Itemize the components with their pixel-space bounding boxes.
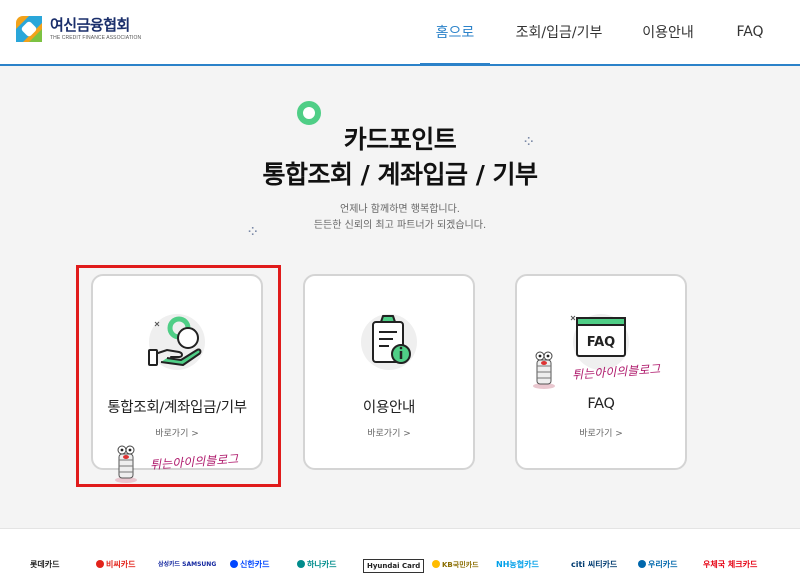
partner-shinhan[interactable]: 신한카드: [230, 559, 269, 571]
nav-faq[interactable]: FAQ: [730, 0, 770, 64]
site-header: 여신금융협회 THE CREDIT FINANCE ASSOCIATION 홈으…: [0, 0, 800, 66]
partner-kb[interactable]: KB국민카드: [432, 559, 479, 571]
hero-subtitle: 언제나 함께하면 행복합니다. 든든한 신뢰의 최고 파트너가 되겠습니다.: [0, 202, 800, 234]
partner-lotte[interactable]: 롯데카드: [30, 559, 59, 571]
logo-subtitle: THE CREDIT FINANCE ASSOCIATION: [50, 34, 142, 41]
partner-samsung-label: 삼성카드 SAMSUNG: [158, 561, 217, 568]
partner-citi-label: citi 씨티카드: [571, 560, 618, 569]
hand-coin-icon: [145, 308, 209, 372]
hero-title: 카드포인트 통합조회 / 계좌입금 / 기부: [0, 122, 800, 192]
partner-woori[interactable]: 우리카드: [638, 559, 677, 571]
partner-samsung[interactable]: 삼성카드 SAMSUNG: [158, 559, 216, 571]
watermark-mascot-icon: [110, 440, 154, 488]
partner-lotte-label: 롯데카드: [30, 560, 60, 569]
partner-hyundai-label: Hyundai Card: [367, 562, 421, 570]
kb-logo-icon: [432, 560, 440, 568]
main-nav: 홈으로 조회/입금/기부 이용안내 FAQ: [420, 0, 770, 66]
partner-citi[interactable]: citi 씨티카드: [571, 559, 617, 571]
shinhan-logo-icon: [230, 560, 238, 568]
card-guide[interactable]: 이용안내 바로가기 >: [303, 274, 475, 470]
bc-logo-icon: [96, 560, 104, 568]
hero-subtitle-line2: 든든한 신뢰의 최고 파트너가 되겠습니다.: [313, 220, 487, 231]
clipboard-info-icon: [357, 308, 421, 372]
partner-shinhan-label: 신한카드: [240, 560, 270, 569]
logo[interactable]: 여신금융협회 THE CREDIT FINANCE ASSOCIATION: [14, 14, 141, 44]
partner-footer: 롯데카드 비씨카드 삼성카드 SAMSUNG 신한카드 하나카드 Hyundai…: [0, 528, 800, 577]
nav-inquiry-deposit-donate[interactable]: 조회/입금/기부: [504, 0, 614, 64]
woori-logo-icon: [638, 560, 646, 568]
partner-nh-label: NH농협카드: [496, 560, 539, 569]
card-guide-title: 이용안내: [362, 400, 416, 416]
watermark-mascot-icon: [528, 346, 572, 394]
partner-bc-label: 비씨카드: [106, 560, 136, 569]
logo-name: 여신금융협회: [50, 15, 130, 34]
partner-hana-label: 하나카드: [307, 560, 337, 569]
card-faq-link[interactable]: 바로가기 >: [517, 426, 685, 439]
hana-logo-icon: [297, 560, 305, 568]
card-inquiry-link[interactable]: 바로가기 >: [93, 426, 261, 439]
hero-title-line2: 통합조회 / 계좌입금 / 기부: [262, 160, 538, 189]
partner-post-label: 우체국 체크카드: [703, 560, 758, 569]
hero-subtitle-line1: 언제나 함께하면 행복합니다.: [340, 204, 460, 215]
hero-title-line1: 카드포인트: [343, 125, 457, 154]
svg-text:FAQ: FAQ: [587, 335, 616, 350]
partner-bc[interactable]: 비씨카드: [96, 559, 135, 571]
partner-post[interactable]: 우체국 체크카드: [703, 559, 757, 571]
card-inquiry-title: 통합조회/계좌입금/기부: [107, 400, 247, 416]
logo-mark-icon: [14, 14, 44, 44]
card-faq-title: FAQ: [587, 396, 615, 412]
card-guide-link[interactable]: 바로가기 >: [305, 426, 473, 439]
nav-home[interactable]: 홈으로: [420, 0, 490, 66]
partner-nh[interactable]: NH농협카드: [496, 559, 539, 571]
partner-hyundai[interactable]: Hyundai Card: [363, 559, 425, 573]
partner-woori-label: 우리카드: [648, 560, 678, 569]
partner-hana[interactable]: 하나카드: [297, 559, 336, 571]
nav-guide[interactable]: 이용안내: [628, 0, 708, 64]
partner-kb-label: KB국민카드: [442, 561, 479, 569]
